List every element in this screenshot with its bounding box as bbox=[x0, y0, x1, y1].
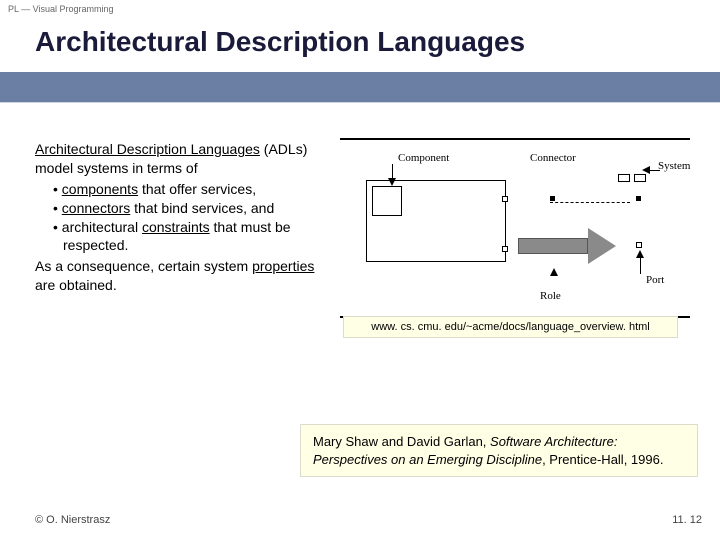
port-icon bbox=[636, 242, 642, 248]
arrow-stem bbox=[640, 256, 641, 274]
citation-box: Mary Shaw and David Garlan, Software Arc… bbox=[300, 424, 698, 477]
label-connector: Connector bbox=[530, 152, 576, 164]
arrow-up-icon bbox=[550, 268, 558, 276]
label-system: System bbox=[658, 160, 690, 172]
tail-post: are obtained. bbox=[35, 277, 117, 293]
citation-authors: Mary Shaw and David Garlan, bbox=[313, 434, 490, 449]
component-port-icon bbox=[502, 246, 508, 252]
footer-page-number: 11. 12 bbox=[672, 514, 702, 526]
adl-diagram: Component Connector System Role Port bbox=[340, 138, 690, 318]
component-port-icon bbox=[502, 196, 508, 202]
arrow-up-icon bbox=[636, 250, 644, 258]
bullet-1-term: components bbox=[62, 181, 138, 197]
label-component: Component bbox=[398, 152, 449, 164]
bullet-3-pre: architectural bbox=[62, 219, 142, 235]
course-tag: PL — Visual Programming bbox=[8, 4, 114, 14]
lead-term: Architectural Description Languages bbox=[35, 141, 260, 157]
bullet-2-term: connectors bbox=[62, 200, 130, 216]
tail-pre: As a consequence, certain system bbox=[35, 258, 252, 274]
connector-line bbox=[550, 198, 650, 208]
page-title: Architectural Description Languages bbox=[35, 26, 525, 58]
body-text: Architectural Description Languages (ADL… bbox=[35, 140, 315, 295]
arrow-left-icon bbox=[642, 166, 650, 174]
bullet-2-rest: that bind services, and bbox=[130, 200, 274, 216]
label-role: Role bbox=[540, 290, 561, 302]
url-box: www. cs. cmu. edu/~acme/docs/language_ov… bbox=[343, 316, 678, 338]
label-port: Port bbox=[646, 274, 664, 286]
binding-arrow-icon bbox=[518, 228, 618, 264]
header-bar bbox=[0, 72, 720, 102]
slide: PL — Visual Programming Architectural De… bbox=[0, 0, 720, 540]
bullet-1-rest: that offer services, bbox=[138, 181, 256, 197]
diagram-rule-top bbox=[340, 138, 690, 140]
system-icon bbox=[618, 178, 648, 198]
bullet-3: architectural constraints that must be r… bbox=[53, 218, 315, 256]
citation-rest: , Prentice-Hall, 1996. bbox=[542, 452, 663, 467]
bullet-3-term: constraints bbox=[142, 219, 210, 235]
bullet-1: components that offer services, bbox=[53, 180, 315, 199]
role-dot-icon bbox=[550, 196, 555, 201]
bullet-2: connectors that bind services, and bbox=[53, 199, 315, 218]
tail-term: properties bbox=[252, 258, 314, 274]
footer-copyright: © O. Nierstrasz bbox=[35, 514, 110, 526]
subcomponent-box bbox=[372, 186, 402, 216]
header-rule bbox=[0, 102, 720, 103]
